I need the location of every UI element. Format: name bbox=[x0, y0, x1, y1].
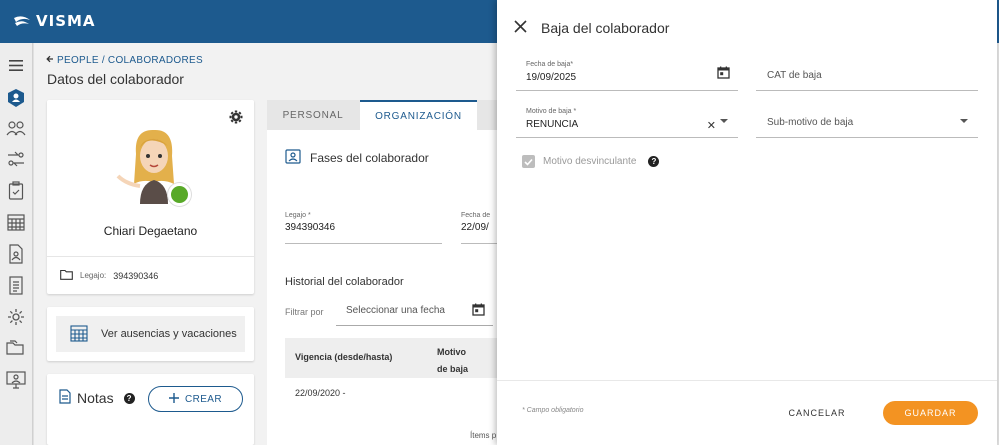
dialog-title: Baja del colaborador bbox=[541, 20, 670, 36]
close-icon[interactable] bbox=[514, 20, 527, 38]
cat-baja-placeholder: CAT de baja bbox=[767, 70, 822, 81]
clear-icon[interactable]: ✕ bbox=[707, 119, 716, 132]
calendar-grid-icon bbox=[70, 324, 88, 345]
brand-name: VISMA bbox=[36, 12, 96, 30]
breadcrumb: PEOPLE / COLABORADORES bbox=[46, 55, 203, 66]
legajo-row: Legajo: 394390346 bbox=[47, 256, 254, 294]
sub-motivo-placeholder: Sub-motivo de baja bbox=[767, 117, 854, 128]
organization-panel: PERSONAL ORGANIZACIÓN Fases del colabora… bbox=[267, 100, 527, 445]
absences-label: Ver ausencias y vacaciones bbox=[101, 328, 237, 340]
team-icon[interactable] bbox=[6, 118, 26, 138]
fecha-baja-value: 19/09/2025 bbox=[526, 72, 577, 83]
legajo-value: 394390346 bbox=[113, 270, 159, 281]
user-file-icon bbox=[285, 148, 301, 167]
visma-logo[interactable]: VISMA bbox=[13, 11, 96, 31]
absences-card: Ver ausencias y vacaciones bbox=[47, 307, 254, 361]
breadcrumb-people[interactable]: PEOPLE bbox=[57, 55, 99, 66]
plus-icon bbox=[168, 392, 179, 406]
legajo-field-label: Legajo * bbox=[285, 212, 311, 219]
fases-header: Fases del colaborador bbox=[285, 148, 429, 167]
items-per-page-label: Ítems p bbox=[470, 431, 497, 440]
date-filter-input[interactable]: Seleccionar una fecha bbox=[336, 296, 493, 326]
history-table-header: Vigencia (desde/hasta) Motivo de baja bbox=[285, 338, 527, 378]
document-list-icon[interactable] bbox=[6, 275, 26, 295]
status-indicator bbox=[168, 183, 191, 206]
notes-header: Notas ? bbox=[59, 389, 135, 407]
required-note: * Campo obligatorio bbox=[522, 407, 584, 414]
desvinculante-checkbox[interactable] bbox=[522, 155, 535, 168]
desvinculante-row: Motivo desvinculante ? bbox=[522, 155, 660, 168]
column-header-vigencia: Vigencia (desde/hasta) bbox=[295, 352, 393, 362]
chevron-down-icon[interactable] bbox=[720, 119, 728, 123]
fecha-baja-label: Fecha de baja* bbox=[526, 61, 574, 68]
tab-bar: PERSONAL ORGANIZACIÓN bbox=[267, 100, 527, 130]
menu-icon[interactable] bbox=[6, 55, 26, 75]
save-button[interactable]: GUARDAR bbox=[883, 401, 978, 425]
fases-title: Fases del colaborador bbox=[310, 150, 429, 165]
visma-swoosh-icon bbox=[14, 16, 30, 26]
column-header-motivo: Motivo de baja bbox=[437, 347, 469, 374]
profile-name: Chiari Degaetano bbox=[103, 224, 198, 238]
clipboard-icon[interactable] bbox=[6, 180, 26, 200]
help-icon[interactable]: ? bbox=[123, 392, 135, 404]
create-note-label: CREAR bbox=[184, 393, 222, 405]
legajo-field[interactable]: Legajo * 394390346 bbox=[285, 212, 442, 244]
calendar-icon[interactable] bbox=[472, 303, 485, 319]
calendar-grid-icon[interactable] bbox=[6, 212, 26, 232]
folders-icon[interactable] bbox=[6, 338, 26, 358]
motivo-baja-value: RENUNCIA bbox=[526, 119, 579, 130]
table-cell-vigencia: 22/09/2020 - bbox=[295, 388, 346, 398]
motivo-baja-select[interactable]: Motivo de baja * RENUNCIA ✕ bbox=[516, 105, 738, 138]
historial-title: Historial del colaborador bbox=[285, 276, 404, 288]
sidebar bbox=[0, 43, 33, 445]
transfer-icon[interactable] bbox=[6, 149, 26, 169]
date-filter-placeholder: Seleccionar una fecha bbox=[346, 305, 445, 316]
help-icon[interactable]: ? bbox=[648, 156, 660, 167]
cancel-button[interactable]: CANCELAR bbox=[782, 402, 852, 424]
baja-dialog: Baja del colaborador Fecha de baja* 19/0… bbox=[497, 0, 997, 445]
monitor-user-icon[interactable] bbox=[6, 370, 26, 390]
tab-personal[interactable]: PERSONAL bbox=[267, 100, 359, 130]
profile-card: Chiari Degaetano Legajo: 394390346 bbox=[47, 100, 254, 294]
document-user-icon[interactable] bbox=[6, 244, 26, 264]
absences-button[interactable]: Ver ausencias y vacaciones bbox=[56, 316, 245, 352]
document-icon bbox=[59, 389, 71, 407]
legajo-label: Legajo: bbox=[80, 271, 107, 280]
gear-icon[interactable] bbox=[229, 110, 243, 129]
page-title: Datos del colaborador bbox=[47, 71, 184, 87]
users-badge-icon[interactable] bbox=[6, 88, 26, 108]
settings-icon[interactable] bbox=[6, 307, 26, 327]
desvinculante-label: Motivo desvinculante bbox=[543, 156, 637, 167]
folder-icon bbox=[60, 269, 73, 282]
motivo-baja-label: Motivo de baja * bbox=[526, 108, 577, 115]
legajo-field-value: 394390346 bbox=[285, 222, 336, 233]
calendar-icon[interactable] bbox=[717, 66, 730, 84]
fecha-baja-field[interactable]: Fecha de baja* 19/09/2025 bbox=[516, 58, 738, 91]
notes-title: Notas bbox=[77, 390, 114, 406]
back-arrow-icon[interactable] bbox=[46, 55, 54, 66]
chevron-down-icon[interactable] bbox=[960, 119, 968, 123]
dialog-footer: * Campo obligatorio CANCELAR GUARDAR bbox=[497, 380, 997, 445]
create-note-button[interactable]: CREAR bbox=[148, 386, 243, 412]
notes-card: Notas ? CREAR bbox=[47, 374, 254, 445]
cat-baja-field[interactable]: CAT de baja bbox=[756, 58, 978, 91]
sub-motivo-select[interactable]: Sub-motivo de baja bbox=[756, 105, 978, 138]
breadcrumb-colaboradores[interactable]: COLABORADORES bbox=[108, 55, 203, 66]
breadcrumb-separator: / bbox=[101, 55, 105, 66]
tab-organizacion[interactable]: ORGANIZACIÓN bbox=[360, 100, 477, 130]
filter-label: Filtrar por bbox=[285, 307, 324, 317]
